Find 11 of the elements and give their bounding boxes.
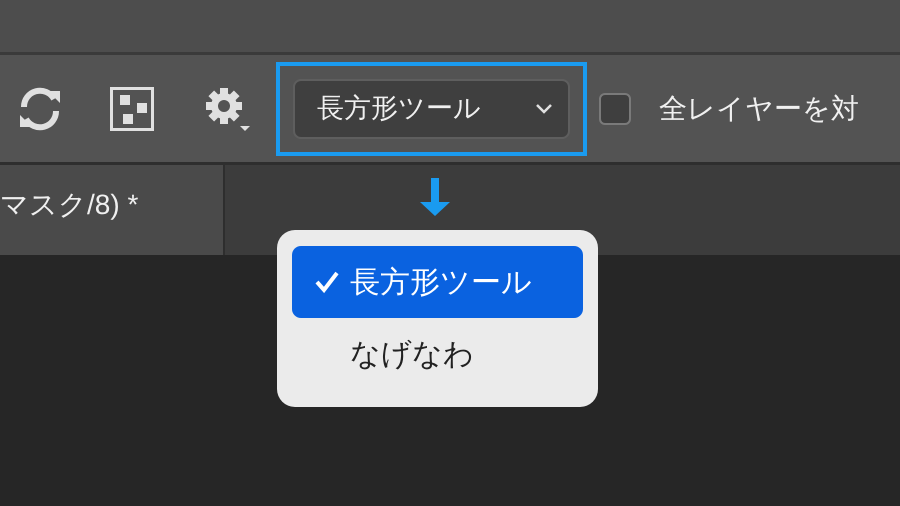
checkbox-label: 全レイヤーを対	[659, 92, 859, 126]
checkmark-icon	[314, 270, 340, 294]
tool-dropdown[interactable]: 長方形ツール	[293, 78, 570, 138]
menu-item[interactable]: 長方形ツール	[292, 246, 583, 318]
gear-icon[interactable]	[204, 86, 252, 132]
menu-item[interactable]: なげなわ	[292, 318, 583, 390]
down-arrow-icon	[420, 178, 450, 216]
checkbox[interactable]	[599, 92, 631, 124]
arrange-icon[interactable]	[110, 86, 154, 130]
chevron-icon	[534, 102, 554, 114]
document-tab[interactable]: マスク/8) *	[0, 165, 225, 255]
